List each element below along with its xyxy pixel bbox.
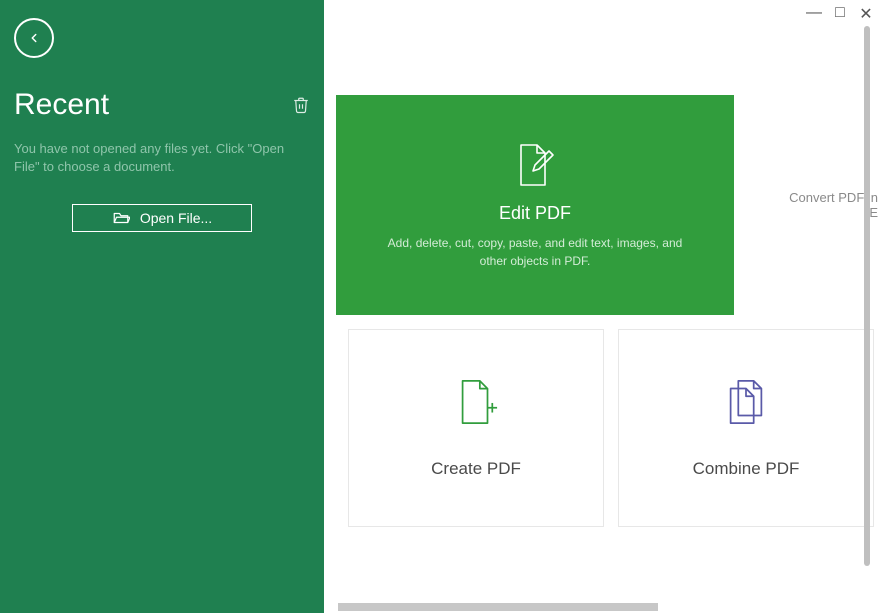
create-pdf-card[interactable]: Create PDF — [348, 329, 604, 527]
cards-row-1: Edit PDF Add, delete, cut, copy, paste, … — [336, 95, 882, 315]
edit-pdf-icon — [511, 141, 559, 189]
close-button[interactable]: ✕ — [858, 4, 874, 24]
cards-row-2: Create PDF Combine PDF — [336, 329, 882, 527]
minimize-button[interactable]: — — [806, 4, 822, 24]
recent-empty-message: You have not opened any files yet. Click… — [14, 140, 294, 176]
open-file-button[interactable]: Open File... — [72, 204, 252, 232]
convert-pdf-card-partial[interactable]: Convert PDF in E — [748, 95, 882, 315]
cards-area: Edit PDF Add, delete, cut, copy, paste, … — [324, 0, 882, 527]
app-root: Recent You have not opened any files yet… — [0, 0, 882, 613]
folder-icon — [112, 210, 130, 226]
horizontal-scrollbar[interactable] — [338, 603, 658, 611]
edit-pdf-description: Add, delete, cut, copy, paste, and edit … — [355, 234, 715, 270]
create-pdf-icon — [453, 377, 499, 427]
main-area: — □ ✕ Edit PDF Add, delete, cut, copy, p… — [324, 0, 882, 613]
combine-pdf-icon — [721, 377, 771, 427]
recent-title: Recent — [14, 88, 109, 122]
trash-icon — [292, 95, 310, 115]
convert-pdf-text-line2: E — [869, 205, 878, 220]
back-button[interactable] — [14, 18, 54, 58]
delete-recent-button[interactable] — [292, 95, 310, 115]
maximize-button[interactable]: □ — [832, 4, 848, 24]
edit-pdf-card[interactable]: Edit PDF Add, delete, cut, copy, paste, … — [336, 95, 734, 315]
sidebar: Recent You have not opened any files yet… — [0, 0, 324, 613]
create-pdf-title: Create PDF — [431, 459, 521, 479]
combine-pdf-title: Combine PDF — [693, 459, 800, 479]
open-file-label: Open File... — [140, 210, 212, 226]
recent-header: Recent — [14, 88, 310, 122]
window-controls: — □ ✕ — [806, 4, 874, 24]
back-arrow-icon — [27, 31, 41, 45]
edit-pdf-title: Edit PDF — [499, 203, 571, 224]
combine-pdf-card[interactable]: Combine PDF — [618, 329, 874, 527]
vertical-scrollbar[interactable] — [864, 26, 870, 566]
